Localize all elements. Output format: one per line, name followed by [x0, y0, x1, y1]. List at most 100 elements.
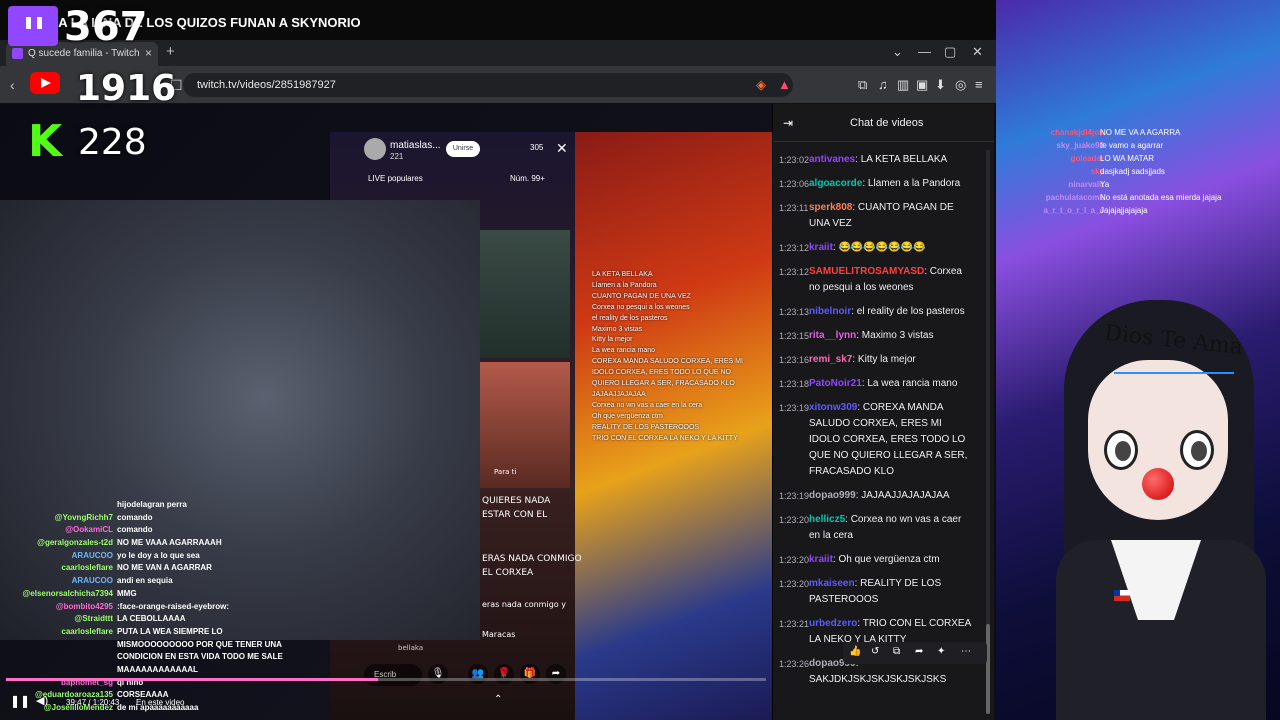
chat-username[interactable]: SAMUELITROSAMYASD: [809, 266, 924, 277]
chat-username[interactable]: kraiit: [809, 242, 833, 253]
chat-username[interactable]: rita__lynn: [809, 330, 856, 341]
pause-icon[interactable]: ❚❚: [10, 694, 30, 708]
progress-bar[interactable]: [6, 678, 766, 681]
gift-icon[interactable]: 🎁: [520, 664, 540, 684]
maximize-button[interactable]: ▢: [944, 44, 956, 60]
share-icon[interactable]: ➦: [915, 646, 923, 657]
follow-button[interactable]: Unirse: [446, 141, 480, 157]
close-window-button[interactable]: ✕: [972, 44, 983, 60]
chat-scrollbar[interactable]: [986, 150, 990, 714]
chat-timestamp: 1:23:11: [779, 203, 809, 213]
people-icon[interactable]: 👥: [468, 664, 488, 684]
mini-chat-line: Llamen a la Pandora: [592, 281, 657, 289]
pin-icon[interactable]: ✦: [937, 646, 945, 657]
chat-message[interactable]: 1:23:20 mkaiseen: REALITY DE LOS PASTEROO…: [779, 576, 975, 608]
live-popular-label[interactable]: LIVE populares: [368, 174, 423, 183]
chat-message[interactable]: 1:23:11 sperk808: CUANTO PAGAN DE UNA VEZ: [779, 200, 975, 232]
close-icon[interactable]: ✕: [556, 140, 568, 157]
chapter-label[interactable]: En este video: [136, 698, 184, 707]
chat-text: : Kitty la mejor: [852, 354, 916, 365]
thumbs-up-icon[interactable]: 👍: [849, 646, 861, 657]
overlay-chat-row: MISMOOOOOOOOO POR QUE TENER UNA: [0, 640, 340, 653]
chat-message[interactable]: 1:23:19 xitonw309: COREXA MANDA SALUDO CO…: [779, 400, 975, 480]
mini-chat-line: QUIERO LLEGAR A SER, FRACASADO KLO: [592, 380, 735, 388]
host-avatar[interactable]: [364, 138, 386, 160]
mini-chat-line: COREXA MANDA SALUDO CORXEA, ERES MI: [592, 358, 743, 366]
chat-username[interactable]: sperk808: [809, 202, 852, 213]
chile-flag-icon: [1114, 590, 1130, 601]
chat-message[interactable]: 1:23:13 nibelnoir: el reality de los past…: [779, 304, 975, 320]
downloads-icon[interactable]: ⬇: [935, 77, 946, 93]
sidebar-icon[interactable]: ▥: [897, 77, 909, 93]
rose-icon[interactable]: 🌹: [494, 664, 514, 684]
twitch-logo-icon: [8, 6, 58, 46]
mic-icon[interactable]: 🎙: [428, 664, 448, 684]
mini-chat-line: Corxea no wn vas a caer en la cera: [592, 401, 703, 409]
overlay-chat-user: @geralgonzales-t2d: [37, 538, 113, 548]
vtuber-chat-message: Jajajajjajajaja: [1100, 206, 1148, 215]
chat-message[interactable]: 1:23:12 SAMUELITROSAMYASD: Corxea no pesq…: [779, 264, 975, 296]
overlay-chat-row: @YovngRichh7 comando: [0, 513, 340, 526]
chat-username[interactable]: algoacorde: [809, 178, 862, 189]
chat-username[interactable]: remi_sk7: [809, 354, 852, 365]
extensions-icon[interactable]: ⧉: [858, 77, 867, 93]
back-icon[interactable]: ‹: [10, 77, 15, 93]
scroll-thumb[interactable]: [986, 624, 990, 714]
collapse-chat-icon[interactable]: ⇥: [783, 116, 793, 130]
chat-username[interactable]: antivanes: [809, 154, 855, 165]
chat-text: : COREXA MANDA SALUDO CORXEA, ERES MI ID…: [809, 402, 968, 477]
chat-message[interactable]: 1:23:20 hellicz5: Corxea no wn vas a caer…: [779, 512, 975, 544]
minimize-button[interactable]: —: [918, 44, 931, 59]
chat-username[interactable]: xitonw309: [809, 402, 857, 413]
new-tab-button[interactable]: +: [166, 43, 175, 60]
tab-list-icon[interactable]: ⌄: [892, 44, 903, 60]
overlay-text-quieres: QUIERES NADA: [482, 496, 551, 506]
brave-rewards-icon[interactable]: ▲: [778, 77, 791, 92]
chat-timestamp: 1:23:20: [779, 579, 810, 589]
vtuber-chat-row: ninarvalit Ya: [1006, 180, 1276, 193]
host-name[interactable]: matiaslas...: [390, 140, 441, 151]
video-player[interactable]: matiaslas... 221 Unirse 305 ✕ LIVE popul…: [0, 104, 772, 720]
chat-timestamp: 1:23:13: [779, 307, 810, 317]
volume-icon[interactable]: ◀): [36, 694, 48, 707]
more-icon[interactable]: ⋯: [961, 646, 971, 657]
share-icon[interactable]: ➦: [546, 664, 566, 684]
chat-title: Chat de videos: [850, 117, 924, 129]
chat-message[interactable]: 1:23:06 algoacorde: Llamen a la Pandora: [779, 176, 975, 192]
chat-username[interactable]: urbedzero: [809, 618, 857, 629]
chat-username[interactable]: PatoNoir21: [809, 378, 862, 389]
overlay-chat-user: @YovngRichh7: [54, 512, 113, 522]
chat-message[interactable]: 1:23:15 rita__lynn: Maximo 3 vistas: [779, 328, 975, 344]
overlay-chat-user: @bombito4295: [55, 601, 113, 611]
chat-message[interactable]: 1:23:02 antivanes: LA KETA BELLAKA: [779, 152, 975, 168]
chat-message[interactable]: 1:23:18 PatoNoir21: La wea rancia mano: [779, 376, 975, 392]
chat-message[interactable]: 1:23:20 kraiit: Oh que vergüenza ctm: [779, 552, 975, 568]
chat-username[interactable]: mkaiseen: [809, 578, 855, 589]
chat-panel: ⇥ Chat de videos 1:23:02 antivanes: LA KE…: [772, 104, 994, 720]
wallet-icon[interactable]: ▣: [916, 77, 928, 93]
chat-timestamp: 1:23:19: [779, 491, 810, 501]
overlay-text-lower: eras nada conmigo y: [482, 600, 566, 609]
chat-message[interactable]: 1:23:16 remi_sk7: Kitty la mejor: [779, 352, 975, 368]
chat-username[interactable]: nibelnoir: [809, 306, 851, 317]
vpn-icon[interactable]: ◎: [955, 77, 966, 93]
chat-header: ⇥ Chat de videos: [773, 104, 994, 142]
chat-username[interactable]: kraiit: [809, 554, 833, 565]
time-display: 39:47 / 1:20:43: [66, 698, 120, 707]
chat-message[interactable]: 1:23:19 dopao999: JAJAAJJAJAJAJAA: [779, 488, 975, 504]
tiktok-comment-input[interactable]: Escrib: [364, 664, 422, 686]
vtuber-chat-message: Ya: [1100, 180, 1110, 189]
overlay-chat-row: @elsenorsalchicha7394 MMG: [0, 589, 340, 602]
menu-icon[interactable]: ≡: [975, 77, 983, 92]
reply-icon[interactable]: ↺: [871, 646, 879, 657]
chat-username[interactable]: dopao999: [809, 490, 856, 501]
chevron-up-icon[interactable]: ⌃: [494, 694, 502, 705]
media-icon[interactable]: ♫: [878, 77, 888, 92]
chat-message[interactable]: 1:23:12 kraiit: 😂😂😂😂😂😂😂: [779, 240, 975, 256]
chat-text: : LA KETA BELLAKA: [855, 154, 948, 165]
chat-username[interactable]: hellicz5: [809, 514, 845, 525]
copy-icon[interactable]: ⧉: [893, 646, 900, 657]
brave-shield-icon[interactable]: ◈: [756, 77, 766, 93]
overlay-chat-user: @Straidttt: [74, 614, 113, 624]
vtuber-chat-user: sky_juako93: [1056, 141, 1104, 150]
